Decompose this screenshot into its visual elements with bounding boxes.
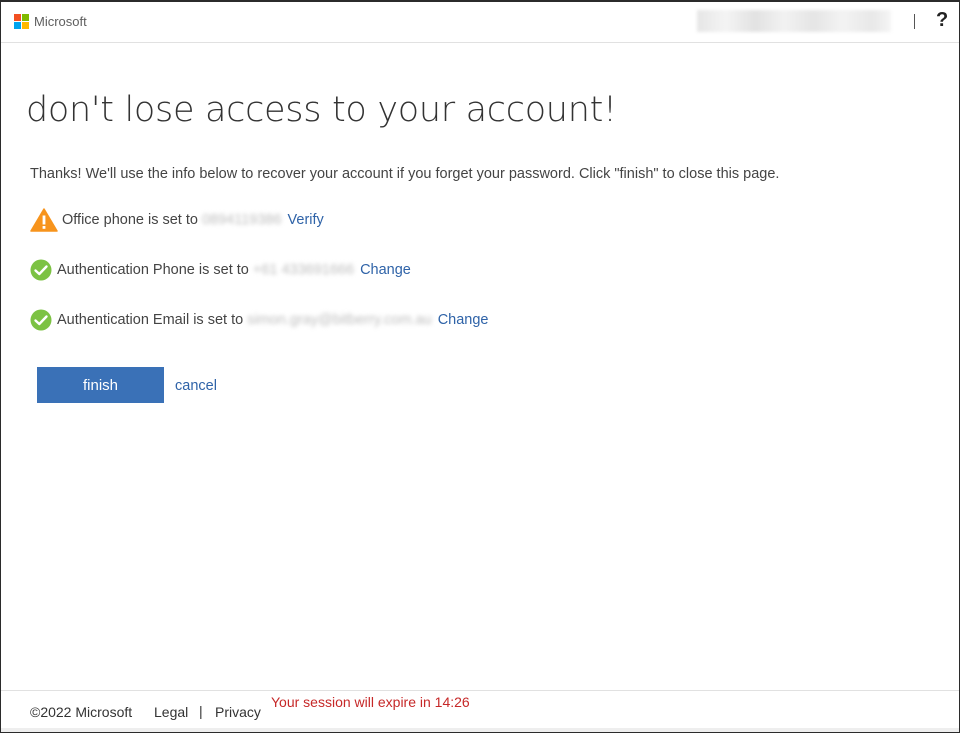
brand-name: Microsoft: [34, 14, 87, 29]
auth-phone-value: +61 433691666: [252, 262, 355, 278]
cancel-link[interactable]: cancel: [175, 378, 217, 394]
auth-email-row: Authentication Email is set to simon.gra…: [30, 309, 488, 331]
change-auth-email-link[interactable]: Change: [438, 312, 489, 328]
check-circle-icon: [30, 259, 52, 281]
session-expiry-notice: Your session will expire in 14:26: [271, 694, 470, 710]
footer-strip: [1, 728, 959, 732]
change-auth-phone-link[interactable]: Change: [360, 262, 411, 278]
page-title: don't lose access to your account!: [26, 90, 617, 130]
help-button[interactable]: ?: [936, 9, 948, 32]
redacted-user-name: [697, 10, 891, 32]
header-divider: [914, 14, 915, 29]
copyright-text: ©2022 Microsoft: [30, 704, 133, 720]
intro-text: Thanks! We'll use the info below to reco…: [30, 166, 780, 182]
office-phone-row: Office phone is set to 0894119386 Verify: [30, 208, 324, 232]
office-phone-label: Office phone is set to: [62, 212, 198, 228]
microsoft-logo: Microsoft: [14, 14, 87, 29]
auth-email-value: simon.gray@bitberry.com.au: [247, 312, 432, 328]
page-frame: Microsoft ? don't lose access to your ac…: [0, 0, 960, 733]
warning-icon: [30, 208, 58, 232]
office-phone-value: 0894119386: [201, 212, 282, 228]
microsoft-logo-icon: [14, 14, 29, 29]
top-bar: Microsoft ?: [1, 2, 959, 43]
finish-button[interactable]: finish: [37, 367, 164, 403]
privacy-link[interactable]: Privacy: [215, 704, 261, 720]
auth-email-label: Authentication Email is set to: [57, 312, 244, 328]
verify-office-phone-link[interactable]: Verify: [288, 212, 324, 228]
legal-link[interactable]: Legal: [154, 704, 188, 720]
check-circle-icon: [30, 309, 52, 331]
auth-phone-row: Authentication Phone is set to +61 43369…: [30, 259, 411, 281]
auth-phone-label: Authentication Phone is set to: [57, 262, 249, 278]
footer: ©2022 Microsoft Legal | Privacy Your ses…: [1, 690, 959, 729]
footer-separator: |: [199, 703, 203, 719]
